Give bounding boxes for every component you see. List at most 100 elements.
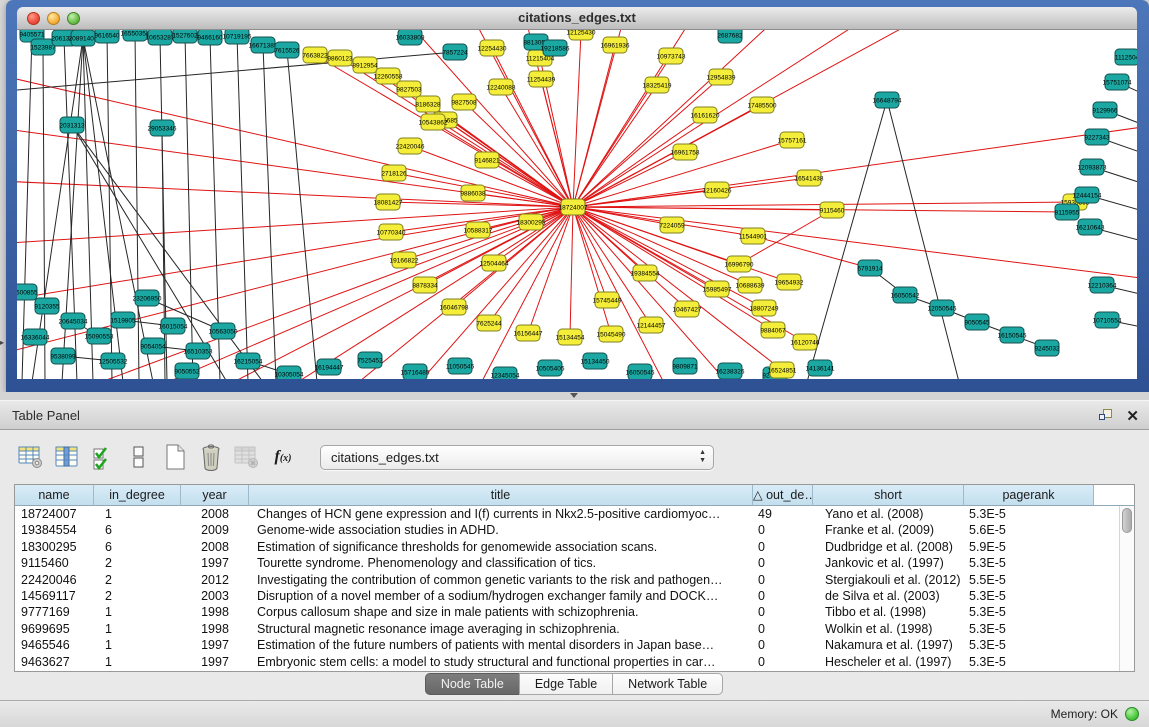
column-header-year[interactable]: year bbox=[181, 485, 249, 506]
graph-node[interactable]: 8912954 bbox=[352, 57, 378, 73]
graph-node[interactable]: 12160426 bbox=[703, 182, 732, 198]
column-header-pagerank[interactable]: pagerank bbox=[964, 485, 1094, 506]
cell-in_degree[interactable]: 1 bbox=[94, 621, 181, 637]
cell-name[interactable]: 18300295 bbox=[15, 539, 94, 555]
graph-node[interactable]: 12125430 bbox=[567, 30, 596, 40]
graph-node[interactable]: 16015054 bbox=[159, 318, 188, 334]
graph-node[interactable]: 16150545 bbox=[998, 327, 1027, 343]
cell-year[interactable]: 1998 bbox=[181, 621, 249, 637]
graph-node[interactable]: 15716485 bbox=[401, 364, 430, 379]
cell-year[interactable]: 2003 bbox=[181, 588, 249, 604]
cell-out_degree[interactable]: 0 bbox=[753, 572, 813, 588]
graph-node[interactable]: 7857224 bbox=[442, 44, 468, 60]
graph-node[interactable]: 10563050 bbox=[209, 323, 238, 339]
cell-short[interactable]: de Silva et al. (2003) bbox=[813, 588, 964, 604]
graph-node[interactable]: 15745449 bbox=[593, 292, 622, 308]
graph-node[interactable]: 9809871 bbox=[672, 358, 698, 374]
tab-node-table[interactable]: Node Table bbox=[425, 673, 520, 695]
graph-node[interactable]: 7615526 bbox=[274, 42, 300, 58]
graph-node[interactable]: 12050545 bbox=[928, 300, 957, 316]
cell-title[interactable]: Disruption of a novel member of a sodium… bbox=[249, 588, 753, 604]
cell-in_degree[interactable]: 2 bbox=[94, 572, 181, 588]
graph-node[interactable]: 9827508 bbox=[451, 94, 477, 110]
cell-year[interactable]: 1997 bbox=[181, 555, 249, 571]
cell-short[interactable]: Franke et al. (2009) bbox=[813, 522, 964, 538]
graph-node[interactable]: 15985497 bbox=[703, 281, 732, 297]
cell-out_degree[interactable]: 0 bbox=[753, 539, 813, 555]
cell-name[interactable]: 22420046 bbox=[15, 572, 94, 588]
close-panel-icon[interactable]: ✕ bbox=[1126, 409, 1139, 424]
graph-node[interactable]: 9860123 bbox=[327, 50, 353, 66]
column-header-short[interactable]: short bbox=[813, 485, 964, 506]
table-vertical-scrollbar[interactable] bbox=[1119, 506, 1134, 671]
graph-node[interactable]: 11544901 bbox=[739, 228, 768, 244]
graph-node[interactable]: 16050545 bbox=[626, 364, 655, 379]
graph-node[interactable]: 15045490 bbox=[597, 326, 626, 342]
graph-node[interactable]: 18807249 bbox=[750, 300, 779, 316]
graph-node[interactable]: 16215054 bbox=[234, 353, 263, 369]
cell-short[interactable]: Nakamura et al. (1997) bbox=[813, 637, 964, 653]
show-column-icon[interactable] bbox=[52, 442, 82, 472]
graph-node[interactable]: 9115460 bbox=[820, 202, 845, 218]
column-header-title[interactable]: title bbox=[249, 485, 753, 506]
select-columns-icon[interactable] bbox=[88, 442, 118, 472]
cell-pagerank[interactable]: 5.3E-5 bbox=[964, 637, 1094, 653]
graph-node[interactable]: 10305054 bbox=[275, 366, 304, 379]
tab-edge-table[interactable]: Edge Table bbox=[519, 673, 613, 695]
graph-node[interactable]: 6791914 bbox=[857, 260, 883, 276]
graph-node[interactable]: 18081427 bbox=[374, 194, 403, 210]
graph-node[interactable]: 16120746 bbox=[791, 334, 820, 350]
minimize-window-button[interactable] bbox=[47, 12, 60, 25]
graph-node[interactable]: 8115955 bbox=[1055, 204, 1080, 220]
graph-node[interactable]: 16046798 bbox=[440, 299, 469, 315]
panel-collapse-arrow-icon[interactable]: ▸ bbox=[0, 338, 4, 347]
cell-out_degree[interactable]: 0 bbox=[753, 637, 813, 653]
graph-node[interactable]: 20645034 bbox=[59, 313, 88, 329]
graph-node[interactable]: 12504464 bbox=[480, 255, 509, 271]
graph-node[interactable]: 9050545 bbox=[964, 314, 990, 330]
cell-title[interactable]: Estimation of significance thresholds fo… bbox=[249, 539, 753, 555]
graph-node[interactable]: 7625244 bbox=[476, 315, 502, 331]
graph-node[interactable]: 12954839 bbox=[707, 69, 736, 85]
cell-short[interactable]: Jankovic et al. (1997) bbox=[813, 555, 964, 571]
network-canvas[interactable]: 9405571152398720613402089140696165401655… bbox=[17, 30, 1137, 379]
cell-short[interactable]: Wolkin et al. (1998) bbox=[813, 621, 964, 637]
table-row[interactable]: 946362711997Embryonic stem cells: a mode… bbox=[15, 654, 1134, 670]
function-builder-icon[interactable]: f(x) bbox=[268, 442, 298, 472]
cell-short[interactable]: Tibbo et al. (1998) bbox=[813, 604, 964, 620]
graph-node[interactable]: 12144457 bbox=[637, 317, 666, 333]
graph-node[interactable]: 9538099 bbox=[50, 348, 76, 364]
cell-in_degree[interactable]: 6 bbox=[94, 522, 181, 538]
graph-node[interactable]: 7525452 bbox=[357, 352, 383, 368]
column-header-name[interactable]: name bbox=[15, 485, 94, 506]
graph-node[interactable]: 11050545 bbox=[446, 358, 475, 374]
cell-name[interactable]: 19384554 bbox=[15, 522, 94, 538]
graph-node[interactable]: 19166822 bbox=[390, 252, 419, 268]
graph-node[interactable]: 10719195 bbox=[223, 30, 252, 44]
graph-node[interactable]: 9245032 bbox=[1034, 340, 1060, 356]
graph-node[interactable]: 9827503 bbox=[396, 81, 422, 97]
graph-node[interactable]: 23206950 bbox=[133, 290, 162, 306]
graph-node[interactable]: 12210364 bbox=[1088, 277, 1117, 293]
window-titlebar[interactable]: citations_edges.txt bbox=[17, 7, 1137, 30]
tab-network-table[interactable]: Network Table bbox=[612, 673, 723, 695]
graph-node[interactable]: 9054054 bbox=[140, 338, 166, 354]
delete-attribute-icon[interactable] bbox=[196, 442, 226, 472]
graph-node[interactable]: 19384554 bbox=[631, 265, 660, 281]
cell-title[interactable]: Genome-wide association studies in ADHD. bbox=[249, 522, 753, 538]
graph-node[interactable]: 9886038 bbox=[460, 185, 486, 201]
graph-node[interactable]: 16648794 bbox=[873, 92, 902, 108]
graph-node[interactable]: 16210643 bbox=[1076, 219, 1105, 235]
graph-node[interactable]: 10543862 bbox=[419, 114, 448, 130]
column-header-in_degree[interactable]: in_degree bbox=[94, 485, 181, 506]
graph-node[interactable]: 15751074 bbox=[1103, 74, 1132, 90]
graph-node[interactable]: 16510353 bbox=[184, 343, 213, 359]
cell-pagerank[interactable]: 5.6E-5 bbox=[964, 522, 1094, 538]
scrollbar-thumb[interactable] bbox=[1122, 508, 1132, 533]
cell-out_degree[interactable]: 0 bbox=[753, 604, 813, 620]
graph-node[interactable]: 9146821 bbox=[474, 152, 500, 168]
network-graph[interactable]: 9405571152398720613402089140696165401655… bbox=[17, 30, 1137, 379]
cell-short[interactable]: Dudbridge et al. (2008) bbox=[813, 539, 964, 555]
cell-pagerank[interactable]: 5.9E-5 bbox=[964, 539, 1094, 555]
graph-node[interactable]: 10505405 bbox=[536, 360, 565, 376]
